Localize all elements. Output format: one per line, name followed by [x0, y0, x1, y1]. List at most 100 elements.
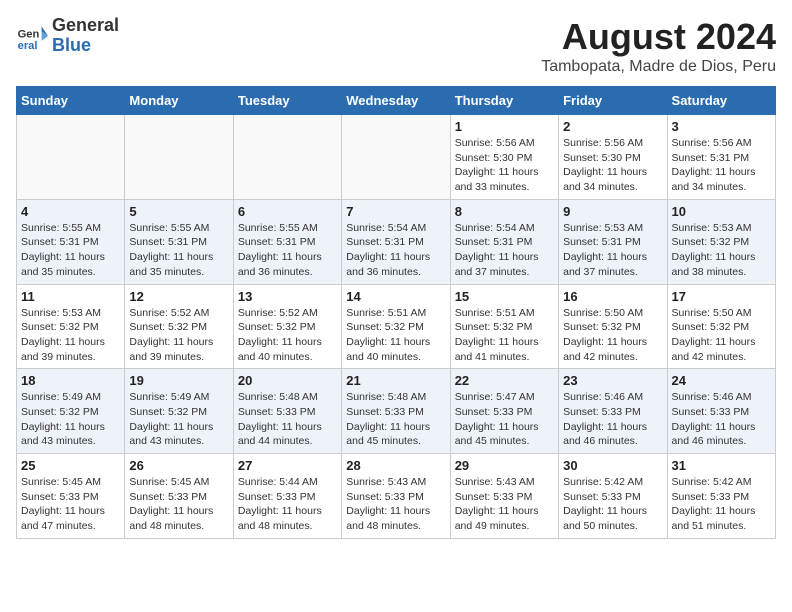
calendar-cell: 2 Sunrise: 5:56 AM Sunset: 5:30 PM Daylig…: [559, 115, 667, 200]
day-info: Sunrise: 5:42 AM Sunset: 5:33 PM Dayligh…: [672, 475, 771, 534]
day-info: Sunrise: 5:44 AM Sunset: 5:33 PM Dayligh…: [238, 475, 337, 534]
day-info: Sunrise: 5:55 AM Sunset: 5:31 PM Dayligh…: [129, 221, 228, 280]
svg-text:Gen: Gen: [18, 28, 40, 40]
day-info: Sunrise: 5:53 AM Sunset: 5:32 PM Dayligh…: [672, 221, 771, 280]
calendar-title: August 2024: [541, 16, 776, 58]
day-number: 23: [563, 373, 662, 388]
header-sunday: Sunday: [17, 87, 125, 115]
day-number: 1: [455, 119, 554, 134]
day-number: 10: [672, 204, 771, 219]
day-number: 18: [21, 373, 120, 388]
calendar-week-row: 11 Sunrise: 5:53 AM Sunset: 5:32 PM Dayli…: [17, 284, 776, 369]
calendar-cell: 18Sunrise: 5:49 AM Sunset: 5:32 PM Dayli…: [17, 369, 125, 454]
calendar-cell: 8 Sunrise: 5:54 AM Sunset: 5:31 PM Daylig…: [450, 199, 558, 284]
calendar-cell: 13 Sunrise: 5:52 AM Sunset: 5:32 PM Dayli…: [233, 284, 341, 369]
calendar-table: SundayMondayTuesdayWednesdayThursdayFrid…: [16, 86, 776, 539]
calendar-cell: 7Sunrise: 5:54 AM Sunset: 5:31 PM Daylig…: [342, 199, 450, 284]
logo-blue-text: Blue: [52, 36, 119, 56]
day-info: Sunrise: 5:45 AM Sunset: 5:33 PM Dayligh…: [21, 475, 120, 534]
day-info: Sunrise: 5:54 AM Sunset: 5:31 PM Dayligh…: [455, 221, 554, 280]
calendar-cell: 6Sunrise: 5:55 AM Sunset: 5:31 PM Daylig…: [233, 199, 341, 284]
calendar-cell: 27 Sunrise: 5:44 AM Sunset: 5:33 PM Dayli…: [233, 454, 341, 539]
day-info: Sunrise: 5:52 AM Sunset: 5:32 PM Dayligh…: [238, 306, 337, 365]
day-info: Sunrise: 5:56 AM Sunset: 5:30 PM Dayligh…: [563, 136, 662, 195]
day-info: Sunrise: 5:55 AM Sunset: 5:31 PM Dayligh…: [21, 221, 120, 280]
day-number: 2: [563, 119, 662, 134]
calendar-cell: 22Sunrise: 5:47 AM Sunset: 5:33 PM Dayli…: [450, 369, 558, 454]
calendar-cell: 19 Sunrise: 5:49 AM Sunset: 5:32 PM Dayli…: [125, 369, 233, 454]
header-wednesday: Wednesday: [342, 87, 450, 115]
day-info: Sunrise: 5:53 AM Sunset: 5:32 PM Dayligh…: [21, 306, 120, 365]
day-number: 24: [672, 373, 771, 388]
day-info: Sunrise: 5:45 AM Sunset: 5:33 PM Dayligh…: [129, 475, 228, 534]
day-number: 16: [563, 289, 662, 304]
day-info: Sunrise: 5:50 AM Sunset: 5:32 PM Dayligh…: [563, 306, 662, 365]
day-info: Sunrise: 5:43 AM Sunset: 5:33 PM Dayligh…: [346, 475, 445, 534]
calendar-week-row: 18 Sunrise: 5:49 AM Sunset: 5:32 PM Dayli…: [17, 369, 776, 454]
day-info: Sunrise: 5:47 AM Sunset: 5:33 PM Dayligh…: [455, 390, 554, 449]
calendar-subtitle: Tambopata, Madre de Dios, Peru: [541, 58, 776, 76]
calendar-header-row: SundayMondayTuesdayWednesdayThursdayFrid…: [17, 87, 776, 115]
day-info: Sunrise: 5:55 AM Sunset: 5:31 PM Dayligh…: [238, 221, 337, 280]
calendar-cell: 15Sunrise: 5:51 AM Sunset: 5:32 PM Dayli…: [450, 284, 558, 369]
day-number: 3: [672, 119, 771, 134]
day-number: 25: [21, 458, 120, 473]
logo: Gen eral General Blue: [16, 16, 119, 56]
day-number: 26: [129, 458, 228, 473]
header-saturday: Saturday: [667, 87, 775, 115]
day-info: Sunrise: 5:42 AM Sunset: 5:33 PM Dayligh…: [563, 475, 662, 534]
calendar-cell: 24Sunrise: 5:46 AM Sunset: 5:33 PM Dayli…: [667, 369, 775, 454]
calendar-cell: [233, 115, 341, 200]
logo-text: General Blue: [52, 16, 119, 56]
day-number: 8: [455, 204, 554, 219]
day-info: Sunrise: 5:51 AM Sunset: 5:32 PM Dayligh…: [346, 306, 445, 365]
day-number: 28: [346, 458, 445, 473]
header-thursday: Thursday: [450, 87, 558, 115]
logo-general-text: General: [52, 16, 119, 36]
day-number: 4: [21, 204, 120, 219]
day-info: Sunrise: 5:56 AM Sunset: 5:30 PM Dayligh…: [455, 136, 554, 195]
calendar-cell: 25 Sunrise: 5:45 AM Sunset: 5:33 PM Dayli…: [17, 454, 125, 539]
day-number: 5: [129, 204, 228, 219]
calendar-cell: [17, 115, 125, 200]
svg-text:eral: eral: [18, 40, 38, 52]
calendar-cell: 12 Sunrise: 5:52 AM Sunset: 5:32 PM Dayli…: [125, 284, 233, 369]
calendar-week-row: 1 Sunrise: 5:56 AM Sunset: 5:30 PM Daylig…: [17, 115, 776, 200]
header-friday: Friday: [559, 87, 667, 115]
day-info: Sunrise: 5:54 AM Sunset: 5:31 PM Dayligh…: [346, 221, 445, 280]
calendar-cell: 5 Sunrise: 5:55 AM Sunset: 5:31 PM Daylig…: [125, 199, 233, 284]
day-info: Sunrise: 5:50 AM Sunset: 5:32 PM Dayligh…: [672, 306, 771, 365]
header-tuesday: Tuesday: [233, 87, 341, 115]
calendar-cell: 16 Sunrise: 5:50 AM Sunset: 5:32 PM Dayli…: [559, 284, 667, 369]
day-number: 31: [672, 458, 771, 473]
calendar-cell: 9Sunrise: 5:53 AM Sunset: 5:31 PM Daylig…: [559, 199, 667, 284]
day-number: 27: [238, 458, 337, 473]
calendar-cell: 17Sunrise: 5:50 AM Sunset: 5:32 PM Dayli…: [667, 284, 775, 369]
calendar-cell: [125, 115, 233, 200]
day-number: 11: [21, 289, 120, 304]
header: Gen eral General Blue August 2024 Tambop…: [16, 16, 776, 76]
calendar-cell: 14 Sunrise: 5:51 AM Sunset: 5:32 PM Dayli…: [342, 284, 450, 369]
day-info: Sunrise: 5:49 AM Sunset: 5:32 PM Dayligh…: [129, 390, 228, 449]
calendar-cell: 23 Sunrise: 5:46 AM Sunset: 5:33 PM Dayli…: [559, 369, 667, 454]
day-number: 12: [129, 289, 228, 304]
calendar-week-row: 25 Sunrise: 5:45 AM Sunset: 5:33 PM Dayli…: [17, 454, 776, 539]
calendar-cell: 20Sunrise: 5:48 AM Sunset: 5:33 PM Dayli…: [233, 369, 341, 454]
day-number: 14: [346, 289, 445, 304]
day-number: 19: [129, 373, 228, 388]
day-number: 13: [238, 289, 337, 304]
day-number: 9: [563, 204, 662, 219]
logo-icon: Gen eral: [16, 20, 48, 52]
calendar-week-row: 4 Sunrise: 5:55 AM Sunset: 5:31 PM Daylig…: [17, 199, 776, 284]
calendar-cell: 31 Sunrise: 5:42 AM Sunset: 5:33 PM Dayli…: [667, 454, 775, 539]
day-info: Sunrise: 5:56 AM Sunset: 5:31 PM Dayligh…: [672, 136, 771, 195]
day-info: Sunrise: 5:46 AM Sunset: 5:33 PM Dayligh…: [563, 390, 662, 449]
day-info: Sunrise: 5:52 AM Sunset: 5:32 PM Dayligh…: [129, 306, 228, 365]
calendar-cell: 3 Sunrise: 5:56 AM Sunset: 5:31 PM Daylig…: [667, 115, 775, 200]
calendar-cell: 21Sunrise: 5:48 AM Sunset: 5:33 PM Dayli…: [342, 369, 450, 454]
day-number: 29: [455, 458, 554, 473]
calendar-cell: 30Sunrise: 5:42 AM Sunset: 5:33 PM Dayli…: [559, 454, 667, 539]
calendar-cell: 28 Sunrise: 5:43 AM Sunset: 5:33 PM Dayli…: [342, 454, 450, 539]
day-info: Sunrise: 5:43 AM Sunset: 5:33 PM Dayligh…: [455, 475, 554, 534]
day-info: Sunrise: 5:48 AM Sunset: 5:33 PM Dayligh…: [238, 390, 337, 449]
